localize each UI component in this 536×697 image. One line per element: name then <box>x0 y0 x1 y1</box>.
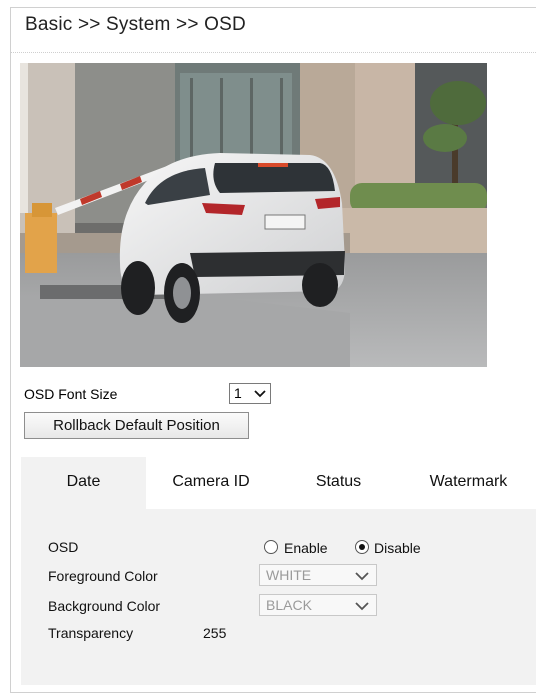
tab-watermark[interactable]: Watermark <box>401 457 536 509</box>
chevron-down-icon <box>354 598 370 618</box>
chevron-down-icon <box>354 568 370 588</box>
breadcrumb: Basic >> System >> OSD <box>25 14 246 35</box>
transparency-label: Transparency <box>48 625 134 641</box>
chevron-down-icon <box>253 384 267 408</box>
background-color-label: Background Color <box>48 598 161 614</box>
osd-disable-label[interactable]: Disable <box>374 540 421 556</box>
osd-font-size-select[interactable]: 1 <box>229 383 271 404</box>
rollback-default-position-button[interactable]: Rollback Default Position <box>24 412 249 439</box>
camera-scene-image <box>20 63 487 367</box>
background-color-select[interactable]: BLACK <box>259 594 377 616</box>
tab-camera-id[interactable]: Camera ID <box>146 457 276 509</box>
camera-preview[interactable] <box>20 63 487 367</box>
background-color-value: BLACK <box>266 597 312 613</box>
tab-date[interactable]: Date <box>21 457 146 509</box>
tab-status[interactable]: Status <box>276 457 401 509</box>
foreground-color-value: WHITE <box>266 567 312 583</box>
osd-enable-radio[interactable] <box>264 540 278 554</box>
foreground-color-label: Foreground Color <box>48 568 158 584</box>
osd-disable-radio[interactable] <box>355 540 369 554</box>
osd-font-size-value: 1 <box>234 385 242 401</box>
osd-label: OSD <box>48 539 79 555</box>
header-divider <box>11 52 536 53</box>
osd-enable-label[interactable]: Enable <box>284 540 328 556</box>
transparency-value: 255 <box>203 625 227 641</box>
osd-tab-bar: Date Camera ID Status Watermark <box>21 457 536 509</box>
osd-font-size-label: OSD Font Size <box>24 386 118 402</box>
foreground-color-select[interactable]: WHITE <box>259 564 377 586</box>
